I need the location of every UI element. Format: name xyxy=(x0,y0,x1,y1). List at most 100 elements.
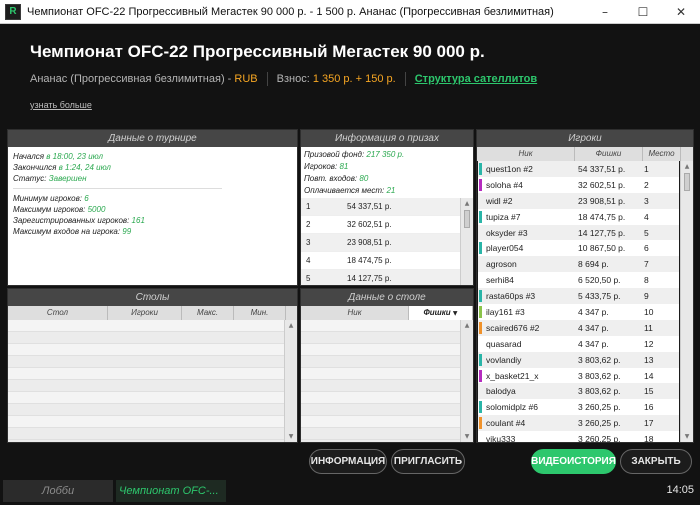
scroll-down-icon[interactable]: ▼ xyxy=(681,431,693,442)
scroll-up-icon[interactable]: ▲ xyxy=(285,320,297,331)
prize-pool-label: Призовой фонд: xyxy=(304,150,365,159)
table-data-scrollbar[interactable]: ▲ ▼ xyxy=(460,320,473,442)
player-row[interactable]: soloha #4 32 602,51 р. 2 xyxy=(478,177,679,193)
player-row[interactable]: scaired676 #2 4 347 р. 11 xyxy=(478,319,679,336)
player-nick: x_basket21_x xyxy=(486,370,539,381)
player-row[interactable]: oksyder #3 14 127,75 р. 5 xyxy=(478,224,679,241)
col-chips[interactable]: Фишки ▼ xyxy=(409,306,473,320)
player-row[interactable]: quasarad 4 347 р. 12 xyxy=(478,336,679,352)
player-place: 18 xyxy=(644,434,654,442)
prize-amount: 54 337,51 р. xyxy=(347,202,392,211)
player-place: 16 xyxy=(644,402,654,413)
player-chips: 3 260,25 р. xyxy=(578,402,621,413)
col-min[interactable]: Мин. xyxy=(234,306,286,320)
window-title: Чемпионат OFC-22 Прогрессивный Мегастек … xyxy=(27,5,554,18)
tab-tournament[interactable]: Чемпионат OFC-... xyxy=(116,480,226,502)
player-row[interactable]: viku333 3 260,25 р. 18 xyxy=(478,431,679,442)
maximize-button[interactable]: ☐ xyxy=(624,0,662,24)
tab-lobby[interactable]: Лобби xyxy=(3,480,113,502)
scroll-up-icon[interactable]: ▲ xyxy=(461,320,473,331)
panel-heading: Информация о призах xyxy=(301,130,473,147)
player-nick: oksyder #3 xyxy=(486,227,528,238)
col-table[interactable]: Стол xyxy=(8,306,108,320)
prize-list[interactable]: 1 54 337,51 р. 2 32 602,51 р. 3 23 908,51 р. 4… xyxy=(301,198,460,285)
player-chips: 54 337,51 р. xyxy=(578,163,626,174)
info-button[interactable]: ИНФОРМАЦИЯ xyxy=(309,449,387,474)
prize-pool-value: 217 350 р. xyxy=(366,150,405,159)
started-value: в 18:00, 23 июл xyxy=(46,152,104,161)
status-value: Завершен xyxy=(48,174,87,183)
min-players-value: 6 xyxy=(84,194,89,203)
scroll-down-icon[interactable]: ▼ xyxy=(461,431,473,442)
prize-scrollbar[interactable]: ▲ xyxy=(460,198,473,285)
invite-button[interactable]: ПРИГЛАСИТЬ xyxy=(391,449,465,474)
player-chips: 3 803,62 р. xyxy=(578,386,621,397)
player-place: 9 xyxy=(644,291,649,302)
player-row[interactable]: rasta60ps #3 5 433,75 р. 9 xyxy=(478,288,679,305)
col-players[interactable]: Игроки xyxy=(108,306,182,320)
app-logo-icon: R xyxy=(5,3,21,20)
player-row[interactable]: x_basket21_x 3 803,62 р. 14 xyxy=(478,368,679,384)
player-row[interactable]: agroson 8 694 р. 7 xyxy=(478,256,679,273)
player-chips: 3 803,62 р. xyxy=(578,370,621,381)
player-row[interactable]: serhi84 6 520,50 р. 8 xyxy=(478,272,679,288)
prize-summary: Призовой фонд: 217 350 р. Игроков: 81 По… xyxy=(301,147,473,198)
col-place[interactable]: Место xyxy=(643,147,681,161)
player-row[interactable]: tupiza #7 18 474,75 р. 4 xyxy=(478,209,679,225)
registered-value: 161 xyxy=(131,216,145,225)
ended-label: Закончился xyxy=(13,163,57,172)
player-row[interactable]: coulant #4 3 260,25 р. 17 xyxy=(478,415,679,432)
close-button[interactable]: ЗАКРЫТЬ xyxy=(620,449,692,474)
satellites-link[interactable]: Структура сателлитов xyxy=(415,73,537,85)
scroll-up-icon[interactable]: ▲ xyxy=(461,198,473,209)
scroll-up-icon[interactable]: ▲ xyxy=(681,161,693,172)
player-color-marker xyxy=(479,433,482,442)
player-row[interactable]: vovlandiy 3 803,62 р. 13 xyxy=(478,351,679,368)
player-row[interactable]: ilay161 #3 4 347 р. 10 xyxy=(478,304,679,320)
col-nick[interactable]: Ник xyxy=(477,147,575,161)
player-nick: balodya xyxy=(486,386,516,397)
player-nick: widl #2 xyxy=(486,195,513,206)
player-color-marker xyxy=(479,305,482,318)
panel-heading: Данные о столе xyxy=(301,289,473,306)
player-row[interactable]: widl #2 23 908,51 р. 3 xyxy=(478,192,679,209)
player-chips: 18 474,75 р. xyxy=(578,211,626,222)
video-history-button[interactable]: ВИДЕОИСТОРИЯ xyxy=(531,449,616,474)
player-nick: coulant #4 xyxy=(486,418,526,429)
prize-place: 4 xyxy=(306,256,311,265)
tournament-title: Чемпионат OFC-22 Прогрессивный Мегастек … xyxy=(30,42,485,61)
max-entries-value: 99 xyxy=(122,227,132,236)
col-nick[interactable]: Ник xyxy=(301,306,409,320)
table-data-list[interactable] xyxy=(301,320,460,442)
player-color-marker xyxy=(479,242,482,255)
learn-more-link[interactable]: узнать больше xyxy=(30,100,92,110)
max-players-value: 5000 xyxy=(87,205,106,214)
player-row[interactable]: balodya 3 803,62 р. 15 xyxy=(478,383,679,400)
scroll-down-icon[interactable]: ▼ xyxy=(285,431,297,442)
tables-panel: Столы Стол Игроки Макс. Мин. ▲ ▼ xyxy=(7,288,298,443)
close-window-button[interactable]: ✕ xyxy=(662,0,700,24)
col-max[interactable]: Макс. xyxy=(182,306,234,320)
player-color-marker xyxy=(479,321,482,334)
players-scrollbar[interactable]: ▲ ▼ xyxy=(680,161,693,442)
scroll-thumb[interactable] xyxy=(684,173,690,191)
prize-row: 5 14 127,75 р. xyxy=(301,270,460,285)
table-data-panel: Данные о столе Ник Фишки ▼ ▲ ▼ xyxy=(300,288,474,443)
tables-scrollbar[interactable]: ▲ ▼ xyxy=(284,320,297,442)
minimize-button[interactable]: – xyxy=(586,0,624,24)
player-place: 8 xyxy=(644,275,649,286)
currency: RUB xyxy=(234,73,258,85)
player-row[interactable]: player054 10 867,50 р. 6 xyxy=(478,240,679,256)
player-place: 12 xyxy=(644,338,654,349)
tournament-info-body: Начался в 18:00, 23 июл Закончился в 1:2… xyxy=(8,147,297,285)
player-chips: 10 867,50 р. xyxy=(578,243,626,254)
scroll-thumb[interactable] xyxy=(464,210,470,228)
sort-down-icon: ▼ xyxy=(452,310,458,317)
col-chips[interactable]: Фишки xyxy=(575,147,643,161)
player-row[interactable]: quest1on #2 54 337,51 р. 1 xyxy=(478,161,679,177)
tables-list[interactable] xyxy=(8,320,284,442)
window-titlebar[interactable]: R Чемпионат OFC-22 Прогрессивный Мегасте… xyxy=(0,0,700,24)
players-list[interactable]: quest1on #2 54 337,51 р. 1 soloha #4 32 602,… xyxy=(478,161,679,442)
prize-row: 1 54 337,51 р. xyxy=(301,198,460,216)
player-row[interactable]: solomidplz #6 3 260,25 р. 16 xyxy=(478,399,679,415)
